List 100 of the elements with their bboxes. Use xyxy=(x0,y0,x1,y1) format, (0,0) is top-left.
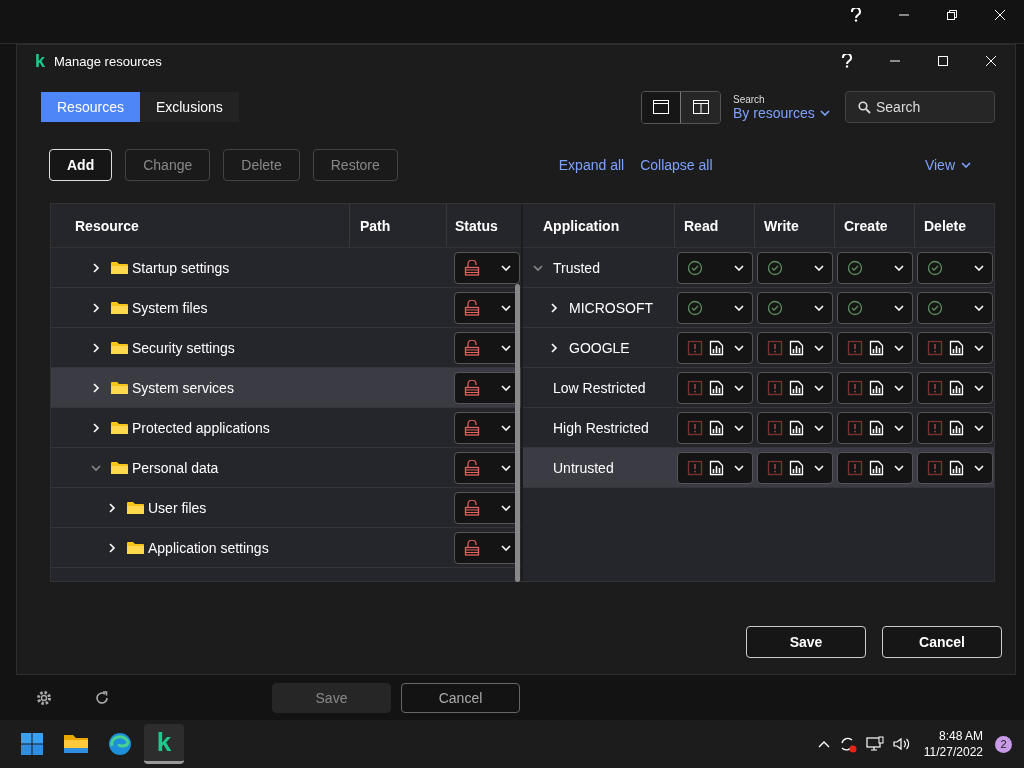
column-header[interactable]: Path xyxy=(349,204,446,247)
link[interactable]: Expand all xyxy=(558,156,625,173)
report-icon xyxy=(869,379,884,396)
close-icon xyxy=(985,55,997,67)
table-row[interactable]: Startup settings xyxy=(51,248,521,288)
network-icon[interactable] xyxy=(865,736,884,752)
save-button[interactable]: Save xyxy=(746,626,866,658)
clock-date[interactable]: 11/27/2022 xyxy=(923,744,983,760)
permission-dropdown[interactable] xyxy=(757,411,833,444)
caret-icon xyxy=(734,344,744,351)
table-row[interactable]: Personal data xyxy=(51,448,521,488)
column-header[interactable]: Application xyxy=(523,204,674,247)
single-view-button[interactable] xyxy=(642,91,681,123)
chevron-icon[interactable] xyxy=(91,382,101,393)
column-header[interactable]: Write xyxy=(754,204,834,247)
search-mode-dropdown[interactable]: By resources xyxy=(733,104,845,121)
notification-badge[interactable]: 2 xyxy=(995,735,1012,753)
report-icon xyxy=(789,379,804,396)
search-field[interactable]: Search xyxy=(845,91,995,123)
warning-icon xyxy=(847,419,863,436)
chevron-up-icon[interactable] xyxy=(817,740,830,748)
folder-icon xyxy=(111,420,128,435)
permission-dropdown[interactable] xyxy=(757,331,833,364)
permission-dropdown[interactable] xyxy=(677,331,753,364)
caret-icon xyxy=(501,344,511,351)
report-icon xyxy=(709,339,724,356)
chevron-icon[interactable] xyxy=(91,302,101,313)
split-window-icon xyxy=(691,99,710,115)
resource-name: User files xyxy=(148,499,207,516)
settings-icon[interactable] xyxy=(35,688,53,707)
maximize-icon xyxy=(937,55,949,67)
permission-dropdown[interactable] xyxy=(757,371,833,404)
table-row[interactable]: GOOGLE xyxy=(523,328,994,368)
permission-dropdown[interactable] xyxy=(757,451,833,484)
permission-dropdown[interactable] xyxy=(677,451,753,484)
column-header[interactable]: Create xyxy=(834,204,914,247)
unlocked-icon xyxy=(464,539,480,556)
chevron-icon[interactable] xyxy=(107,502,117,513)
toolbar-button[interactable]: Add xyxy=(49,148,113,181)
cancel-button[interactable]: Cancel xyxy=(882,626,1002,658)
table-row[interactable]: High Restricted xyxy=(523,408,994,448)
permission-dropdown[interactable] xyxy=(917,331,993,364)
status-dropdown[interactable] xyxy=(454,251,520,284)
refresh-icon[interactable] xyxy=(94,689,110,706)
permission-dropdown[interactable] xyxy=(837,371,913,404)
permission-dropdown[interactable] xyxy=(837,451,913,484)
warning-icon xyxy=(767,379,783,396)
permission-dropdown[interactable] xyxy=(837,331,913,364)
report-icon xyxy=(789,419,804,436)
table-row[interactable]: MICROSOFT xyxy=(523,288,994,328)
application-group: MICROSOFT xyxy=(569,299,653,316)
folder-icon xyxy=(111,260,128,275)
table-row[interactable]: User files xyxy=(51,488,521,528)
table-row[interactable]: Application settings xyxy=(51,528,521,568)
caret-icon xyxy=(814,304,824,311)
folder-icon xyxy=(111,460,128,475)
chevron-icon[interactable] xyxy=(549,302,559,313)
caret-icon xyxy=(894,344,904,351)
caret-icon xyxy=(501,544,511,551)
split-view-button[interactable] xyxy=(681,91,720,123)
caret-icon xyxy=(974,344,984,351)
view-menu[interactable]: View xyxy=(918,155,977,174)
permission-dropdown[interactable] xyxy=(917,451,993,484)
unlocked-icon xyxy=(464,299,480,316)
warning-icon xyxy=(927,419,943,436)
app-button[interactable]: k xyxy=(144,724,184,764)
report-icon xyxy=(949,339,964,356)
permission-dropdown[interactable] xyxy=(917,371,993,404)
chevron-icon[interactable] xyxy=(91,262,101,273)
caret-icon xyxy=(501,504,511,511)
table-row[interactable]: Untrusted xyxy=(523,448,994,488)
chevron-icon[interactable] xyxy=(91,342,101,353)
caret-icon xyxy=(501,384,511,391)
tab[interactable]: Exclusions xyxy=(139,92,239,122)
permission-dropdown[interactable] xyxy=(837,411,913,444)
resource-name: System services xyxy=(132,379,234,396)
warning-icon xyxy=(847,459,863,476)
permission-dropdown[interactable] xyxy=(677,371,753,404)
chevron-icon[interactable] xyxy=(549,342,559,353)
clock-time[interactable]: 8:48 AM xyxy=(938,728,983,744)
link[interactable]: Collapse all xyxy=(640,156,713,173)
column-header[interactable]: Resource xyxy=(51,204,349,247)
chevron-icon[interactable] xyxy=(91,422,101,433)
table-row[interactable]: Low Restricted xyxy=(523,368,994,408)
column-header[interactable]: Read xyxy=(674,204,754,247)
report-icon xyxy=(869,339,884,356)
cancel-button[interactable]: Cancel xyxy=(401,682,520,713)
table-row[interactable]: System services xyxy=(51,368,521,408)
permission-dropdown[interactable] xyxy=(917,411,993,444)
column-header[interactable]: Delete xyxy=(914,204,994,247)
warning-icon xyxy=(767,459,783,476)
unlocked-icon xyxy=(464,419,480,436)
table-row[interactable]: Protected applications xyxy=(51,408,521,448)
table-row[interactable]: System files xyxy=(51,288,521,328)
window-title: Manage resources xyxy=(54,53,162,69)
scrollbar-thumb[interactable] xyxy=(515,284,520,582)
column-header[interactable]: Status xyxy=(446,204,521,247)
chevron-icon[interactable] xyxy=(107,542,117,553)
volume-icon[interactable] xyxy=(891,736,910,752)
permission-dropdown[interactable] xyxy=(677,411,753,444)
